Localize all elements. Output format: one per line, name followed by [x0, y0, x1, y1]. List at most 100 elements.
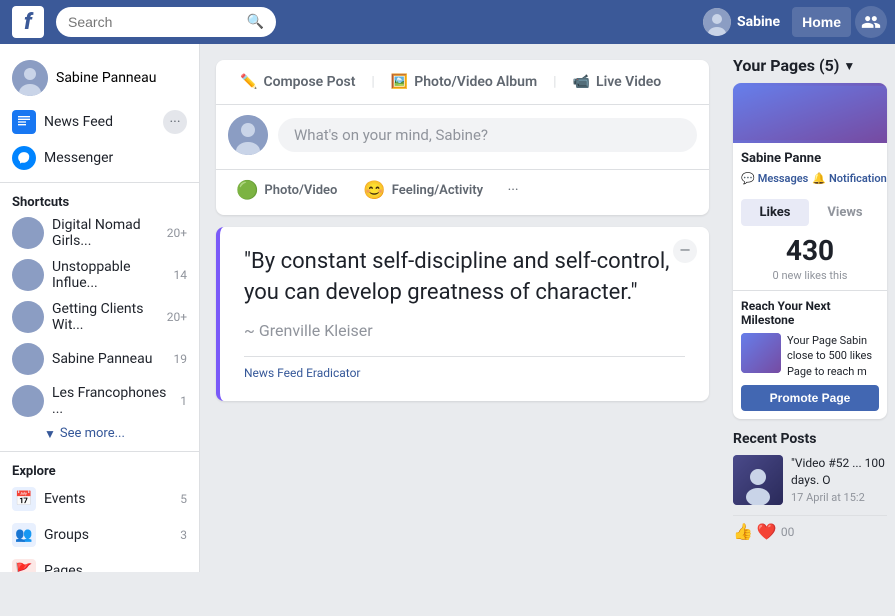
news-feed-more-button[interactable]: ··· [163, 110, 187, 134]
reaction-row: 👍 ❤️ 00 [733, 515, 887, 541]
milestone-title: Reach Your Next Milestone [741, 299, 879, 327]
page-name: Sabine Panne [741, 151, 879, 166]
main-layout: Sabine Panneau News Feed ··· Messenger S… [0, 44, 895, 572]
reaction-count: 00 [781, 525, 795, 539]
likes-views-tabs: Likes Views [733, 199, 887, 226]
groups-icon: 👥 [12, 523, 36, 547]
composer-actions: 🟢 Photo/Video 😊 Feeling/Activity ··· [216, 169, 709, 215]
photo-video-album-tab[interactable]: 🖼️ Photo/Video Album [379, 68, 549, 96]
shortcut-label-3: Sabine Panneau [52, 351, 166, 367]
likes-tab[interactable]: Likes [741, 199, 809, 226]
shortcut-count-0: 20+ [167, 226, 187, 240]
promote-page-button[interactable]: Promote Page [741, 385, 879, 411]
shortcut-icon-1 [12, 259, 44, 291]
photo-video-album-label: Photo/Video Album [414, 74, 537, 90]
page-actions: 💬 Messages 🔔 Notifications [741, 172, 879, 185]
shortcut-icon-4 [12, 385, 44, 417]
milestone-content: Your Page Sabin close to 500 likes Page … [741, 333, 879, 379]
people-icon-button[interactable] [855, 6, 887, 38]
photo-video-action-label: Photo/Video [264, 183, 337, 198]
recent-post-thumbnail [733, 455, 783, 505]
tab-divider-1: | [371, 74, 374, 90]
news-feed-label: News Feed [44, 114, 155, 130]
shortcut-item-0[interactable]: Digital Nomad Girls... 20+ [0, 212, 199, 254]
live-video-icon: 📹 [573, 74, 590, 90]
composer-user-avatar [228, 115, 268, 155]
sidebar-divider-2 [0, 451, 199, 452]
shortcut-item-1[interactable]: Unstoppable Influe... 14 [0, 254, 199, 296]
likes-count: 430 [733, 226, 887, 269]
search-input[interactable] [68, 14, 247, 30]
shortcut-item-3[interactable]: Sabine Panneau 19 [0, 338, 199, 380]
page-info: Sabine Panne 💬 Messages 🔔 Notifications [733, 143, 887, 193]
facebook-logo[interactable]: f [8, 2, 48, 42]
composer-more-button[interactable]: ··· [497, 174, 529, 206]
shortcut-icon-3 [12, 343, 44, 375]
quote-footer: News Feed Eradicator [244, 356, 685, 381]
left-sidebar: Sabine Panneau News Feed ··· Messenger S… [0, 44, 200, 572]
compose-post-label: Compose Post [263, 74, 355, 90]
shortcut-icon-2 [12, 301, 44, 333]
home-button[interactable]: Home [792, 7, 851, 37]
shortcut-icon-0 [12, 217, 44, 249]
search-bar[interactable]: 🔍 [56, 7, 276, 37]
page-cover-image [733, 83, 887, 143]
shortcut-item-2[interactable]: Getting Clients Wit... 20+ [0, 296, 199, 338]
groups-label: Groups [44, 527, 172, 543]
search-icon: 🔍 [247, 14, 264, 30]
milestone-section: Reach Your Next Milestone [733, 290, 887, 419]
photo-video-action-icon: 🟢 [236, 180, 258, 201]
events-icon: 📅 [12, 487, 36, 511]
composer-placeholder[interactable]: What's on your mind, Sabine? [278, 118, 697, 152]
recent-post-title: "Video #52 ... 100 days. O [791, 455, 887, 489]
shortcut-item-4[interactable]: Les Francophones ... 1 [0, 380, 199, 422]
sidebar-user-profile[interactable]: Sabine Panneau [0, 52, 199, 104]
user-avatar [703, 8, 731, 36]
tab-divider-2: | [553, 74, 556, 90]
recent-post-details: "Video #52 ... 100 days. O 17 April at 1… [791, 455, 887, 505]
pages-icon: 🚩 [12, 559, 36, 572]
shortcut-count-4: 1 [180, 394, 187, 408]
milestone-image [741, 333, 781, 373]
explore-item-groups[interactable]: 👥 Groups 3 [0, 517, 199, 553]
photo-video-action-button[interactable]: 🟢 Photo/Video [224, 174, 349, 207]
top-navigation: f 🔍 Sabine Home [0, 0, 895, 44]
sidebar-divider-1 [0, 182, 199, 183]
recent-posts-title: Recent Posts [733, 431, 887, 447]
quote-collapse-button[interactable]: — [673, 239, 697, 263]
explore-item-pages[interactable]: 🚩 Pages [0, 553, 199, 572]
heart-reaction-icon: ❤️ [757, 522, 777, 541]
nav-user-profile[interactable]: Sabine [695, 4, 788, 40]
shortcut-label-0: Digital Nomad Girls... [52, 217, 159, 249]
messages-icon: 💬 [741, 172, 755, 185]
recent-posts-section: Recent Posts [733, 431, 887, 541]
like-reaction-icon: 👍 [733, 522, 753, 541]
sidebar-item-messenger[interactable]: Messenger [0, 140, 199, 176]
compose-post-tab[interactable]: ✏️ Compose Post [228, 68, 367, 96]
quote-text: "By constant self-discipline and self-co… [244, 247, 685, 309]
page-notifications-button[interactable]: 🔔 Notifications [812, 172, 887, 185]
quote-author: ~ Grenville Kleiser [244, 321, 685, 340]
views-tab[interactable]: Views [811, 199, 879, 226]
feeling-activity-label: Feeling/Activity [392, 183, 483, 198]
explore-item-events[interactable]: 📅 Events 5 [0, 481, 199, 517]
live-video-tab[interactable]: 📹 Live Video [561, 68, 674, 96]
messenger-label: Messenger [44, 150, 187, 166]
explore-title: Explore [0, 458, 199, 481]
page-messages-button[interactable]: 💬 Messages [741, 172, 808, 185]
messages-label: Messages [758, 172, 809, 185]
likes-subtext: 0 new likes this [733, 269, 887, 290]
feeling-activity-icon: 😊 [363, 180, 385, 201]
pages-label: Pages [44, 563, 187, 572]
photo-video-album-icon: 🖼️ [391, 74, 408, 90]
groups-count: 3 [180, 528, 187, 542]
live-video-label: Live Video [596, 74, 661, 90]
shortcuts-title: Shortcuts [0, 189, 199, 212]
feeling-activity-action-button[interactable]: 😊 Feeling/Activity [351, 174, 495, 207]
shortcut-label-4: Les Francophones ... [52, 385, 172, 417]
shortcut-count-2: 20+ [167, 310, 187, 324]
shortcuts-see-more[interactable]: ▼ See more... [0, 422, 199, 445]
composer-tabs: ✏️ Compose Post | 🖼️ Photo/Video Album |… [216, 60, 709, 105]
sidebar-user-name: Sabine Panneau [56, 70, 156, 86]
sidebar-item-news-feed[interactable]: News Feed ··· [0, 104, 199, 140]
